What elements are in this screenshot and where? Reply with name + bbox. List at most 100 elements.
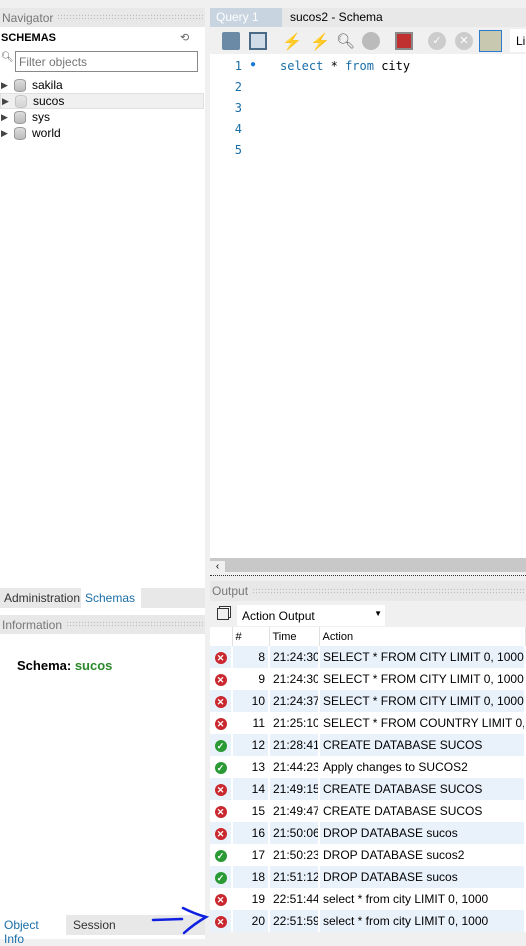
- search-icon: 🔍︎: [1, 52, 14, 63]
- table-bottom: [210, 934, 526, 939]
- table-row[interactable]: ✕ 19 22:51:44 select * from city LIMIT 0…: [210, 888, 526, 910]
- row-number: 14: [232, 778, 270, 800]
- row-number: 18: [232, 866, 270, 888]
- row-time: 21:28:41: [269, 734, 320, 756]
- table-row[interactable]: ✓ 17 21:50:23 DROP DATABASE sucos2: [210, 844, 526, 866]
- rollback-icon[interactable]: ✕: [455, 32, 473, 50]
- table-row[interactable]: ✕ 11 21:25:10 SELECT * FROM COUNTRY LIMI…: [210, 712, 526, 734]
- table-row[interactable]: ✕ 16 21:50:06 DROP DATABASE sucos: [210, 822, 526, 844]
- tab-label: Query 1: [216, 10, 259, 24]
- table-row[interactable]: ✕ 9 21:24:30 SELECT * FROM CITY LIMIT 0,…: [210, 668, 526, 690]
- error-icon: ✕: [214, 784, 227, 796]
- row-time: 21:24:37: [269, 690, 320, 712]
- schema-name: sucos: [33, 94, 65, 108]
- schema-info: Schema: sucos: [17, 658, 112, 673]
- keyword: select: [280, 59, 324, 73]
- copy-icon[interactable]: [217, 608, 229, 620]
- statement-marker-icon: ●: [250, 59, 257, 70]
- column-action[interactable]: Action: [319, 627, 526, 646]
- row-action: DROP DATABASE sucos: [319, 822, 526, 844]
- tab-sucos2-schema[interactable]: sucos2 - Schema: [290, 10, 383, 24]
- sql-editor[interactable]: [210, 54, 526, 558]
- toggle-error-icon[interactable]: [395, 32, 413, 50]
- table-row[interactable]: ✓ 18 21:51:12 DROP DATABASE sucos: [210, 866, 526, 888]
- scroll-left-icon[interactable]: ‹: [210, 561, 225, 575]
- column-status[interactable]: [210, 627, 233, 646]
- success-icon: ✓: [214, 850, 227, 862]
- navigator-title: Navigator: [2, 10, 54, 25]
- row-number: 16: [232, 822, 270, 844]
- save-icon[interactable]: [249, 32, 267, 50]
- column-time[interactable]: Time: [269, 627, 320, 646]
- database-icon: [14, 126, 26, 140]
- column-number[interactable]: #: [232, 627, 270, 646]
- table-row[interactable]: ✕ 15 21:49:47 CREATE DATABASE SUCOS: [210, 800, 526, 822]
- tab-administration[interactable]: Administration: [0, 588, 84, 608]
- schema-item-sakila[interactable]: ▶ sakila: [0, 77, 204, 93]
- open-folder-icon[interactable]: [222, 32, 240, 50]
- schema-item-sucos[interactable]: ▶ sucos: [0, 93, 204, 109]
- tab-object-info[interactable]: Object Info: [0, 915, 66, 946]
- row-action: DROP DATABASE sucos: [319, 866, 526, 888]
- error-icon: ✕: [214, 718, 227, 730]
- output-header: Output: [210, 581, 526, 601]
- row-number: 20: [232, 910, 270, 932]
- error-icon: ✕: [214, 916, 227, 928]
- tab-session[interactable]: Session: [69, 915, 120, 935]
- grip[interactable]: [66, 621, 203, 628]
- output-title: Output: [212, 584, 249, 598]
- database-icon: [14, 110, 26, 124]
- refresh-icon[interactable]: ⟲: [180, 31, 189, 44]
- dropdown-arrow-icon[interactable]: ▼: [374, 609, 382, 618]
- table-header: # Time Action: [210, 627, 526, 646]
- row-action: select * from city LIMIT 0, 1000: [319, 888, 526, 910]
- tab-query-1[interactable]: Query 1 ✕: [210, 8, 282, 38]
- row-number: 19: [232, 888, 270, 910]
- grip[interactable]: [57, 14, 203, 21]
- execute-icon[interactable]: ⚡: [282, 32, 302, 51]
- stop-icon[interactable]: [362, 32, 380, 50]
- splitter[interactable]: [210, 575, 526, 577]
- editor-tab-bar: Query 1 ✕ sucos2 - Schema: [210, 8, 526, 38]
- row-action: SELECT * FROM COUNTRY LIMIT 0, 1000: [319, 712, 526, 734]
- row-number: 9: [232, 668, 270, 690]
- table-row[interactable]: ✕ 10 21:24:37 SELECT * FROM CITY LIMIT 0…: [210, 690, 526, 712]
- table-row[interactable]: ✓ 12 21:28:41 CREATE DATABASE SUCOS: [210, 734, 526, 756]
- output-type-select[interactable]: Action Output ▼: [237, 605, 385, 626]
- left-tab-bar: Administration Schemas: [0, 588, 205, 608]
- line-number: 2: [234, 80, 242, 94]
- table-row[interactable]: ✕ 20 22:51:59 select * from city LIMIT 0…: [210, 910, 526, 932]
- schema-info-label: Schema:: [17, 658, 72, 673]
- table-row[interactable]: ✓ 13 21:44:23 Apply changes to SUCOS2: [210, 756, 526, 778]
- schema-name: world: [32, 126, 61, 140]
- success-icon: ✓: [214, 872, 227, 884]
- operator: *: [330, 59, 338, 73]
- grip[interactable]: [252, 587, 524, 595]
- success-icon: ✓: [214, 762, 227, 774]
- autocommit-icon[interactable]: [479, 30, 502, 52]
- row-action: DROP DATABASE sucos2: [319, 844, 526, 866]
- line-number: 3: [234, 101, 242, 115]
- horizontal-scrollbar[interactable]: ‹: [210, 558, 526, 575]
- table-row[interactable]: ✕ 14 21:49:15 CREATE DATABASE SUCOS: [210, 778, 526, 800]
- row-time: 22:51:44: [269, 888, 320, 910]
- filter-objects-input[interactable]: [15, 51, 198, 72]
- explain-icon[interactable]: 🔍︎: [336, 32, 355, 50]
- error-icon: ✕: [214, 652, 227, 664]
- schema-item-sys[interactable]: ▶ sys: [0, 109, 204, 125]
- expand-arrow-icon[interactable]: ▶: [1, 112, 11, 123]
- expand-arrow-icon[interactable]: ▶: [1, 80, 11, 91]
- row-time: 21:24:30: [269, 668, 320, 690]
- success-icon: ✓: [214, 740, 227, 752]
- expand-arrow-icon[interactable]: ▶: [2, 96, 12, 107]
- tab-schemas[interactable]: Schemas: [81, 588, 141, 608]
- error-icon: ✕: [214, 806, 227, 818]
- table-row[interactable]: ✕ 8 21:24:30 SELECT * FROM CITY LIMIT 0,…: [210, 646, 526, 668]
- schema-item-world[interactable]: ▶ world: [0, 125, 204, 141]
- execute-current-icon[interactable]: ⚡: [310, 32, 330, 51]
- expand-arrow-icon[interactable]: ▶: [1, 128, 11, 139]
- commit-icon[interactable]: ✓: [428, 32, 446, 50]
- code-line[interactable]: select * from city: [280, 59, 410, 73]
- database-icon: [14, 78, 26, 92]
- limit-select[interactable]: Li: [510, 29, 526, 52]
